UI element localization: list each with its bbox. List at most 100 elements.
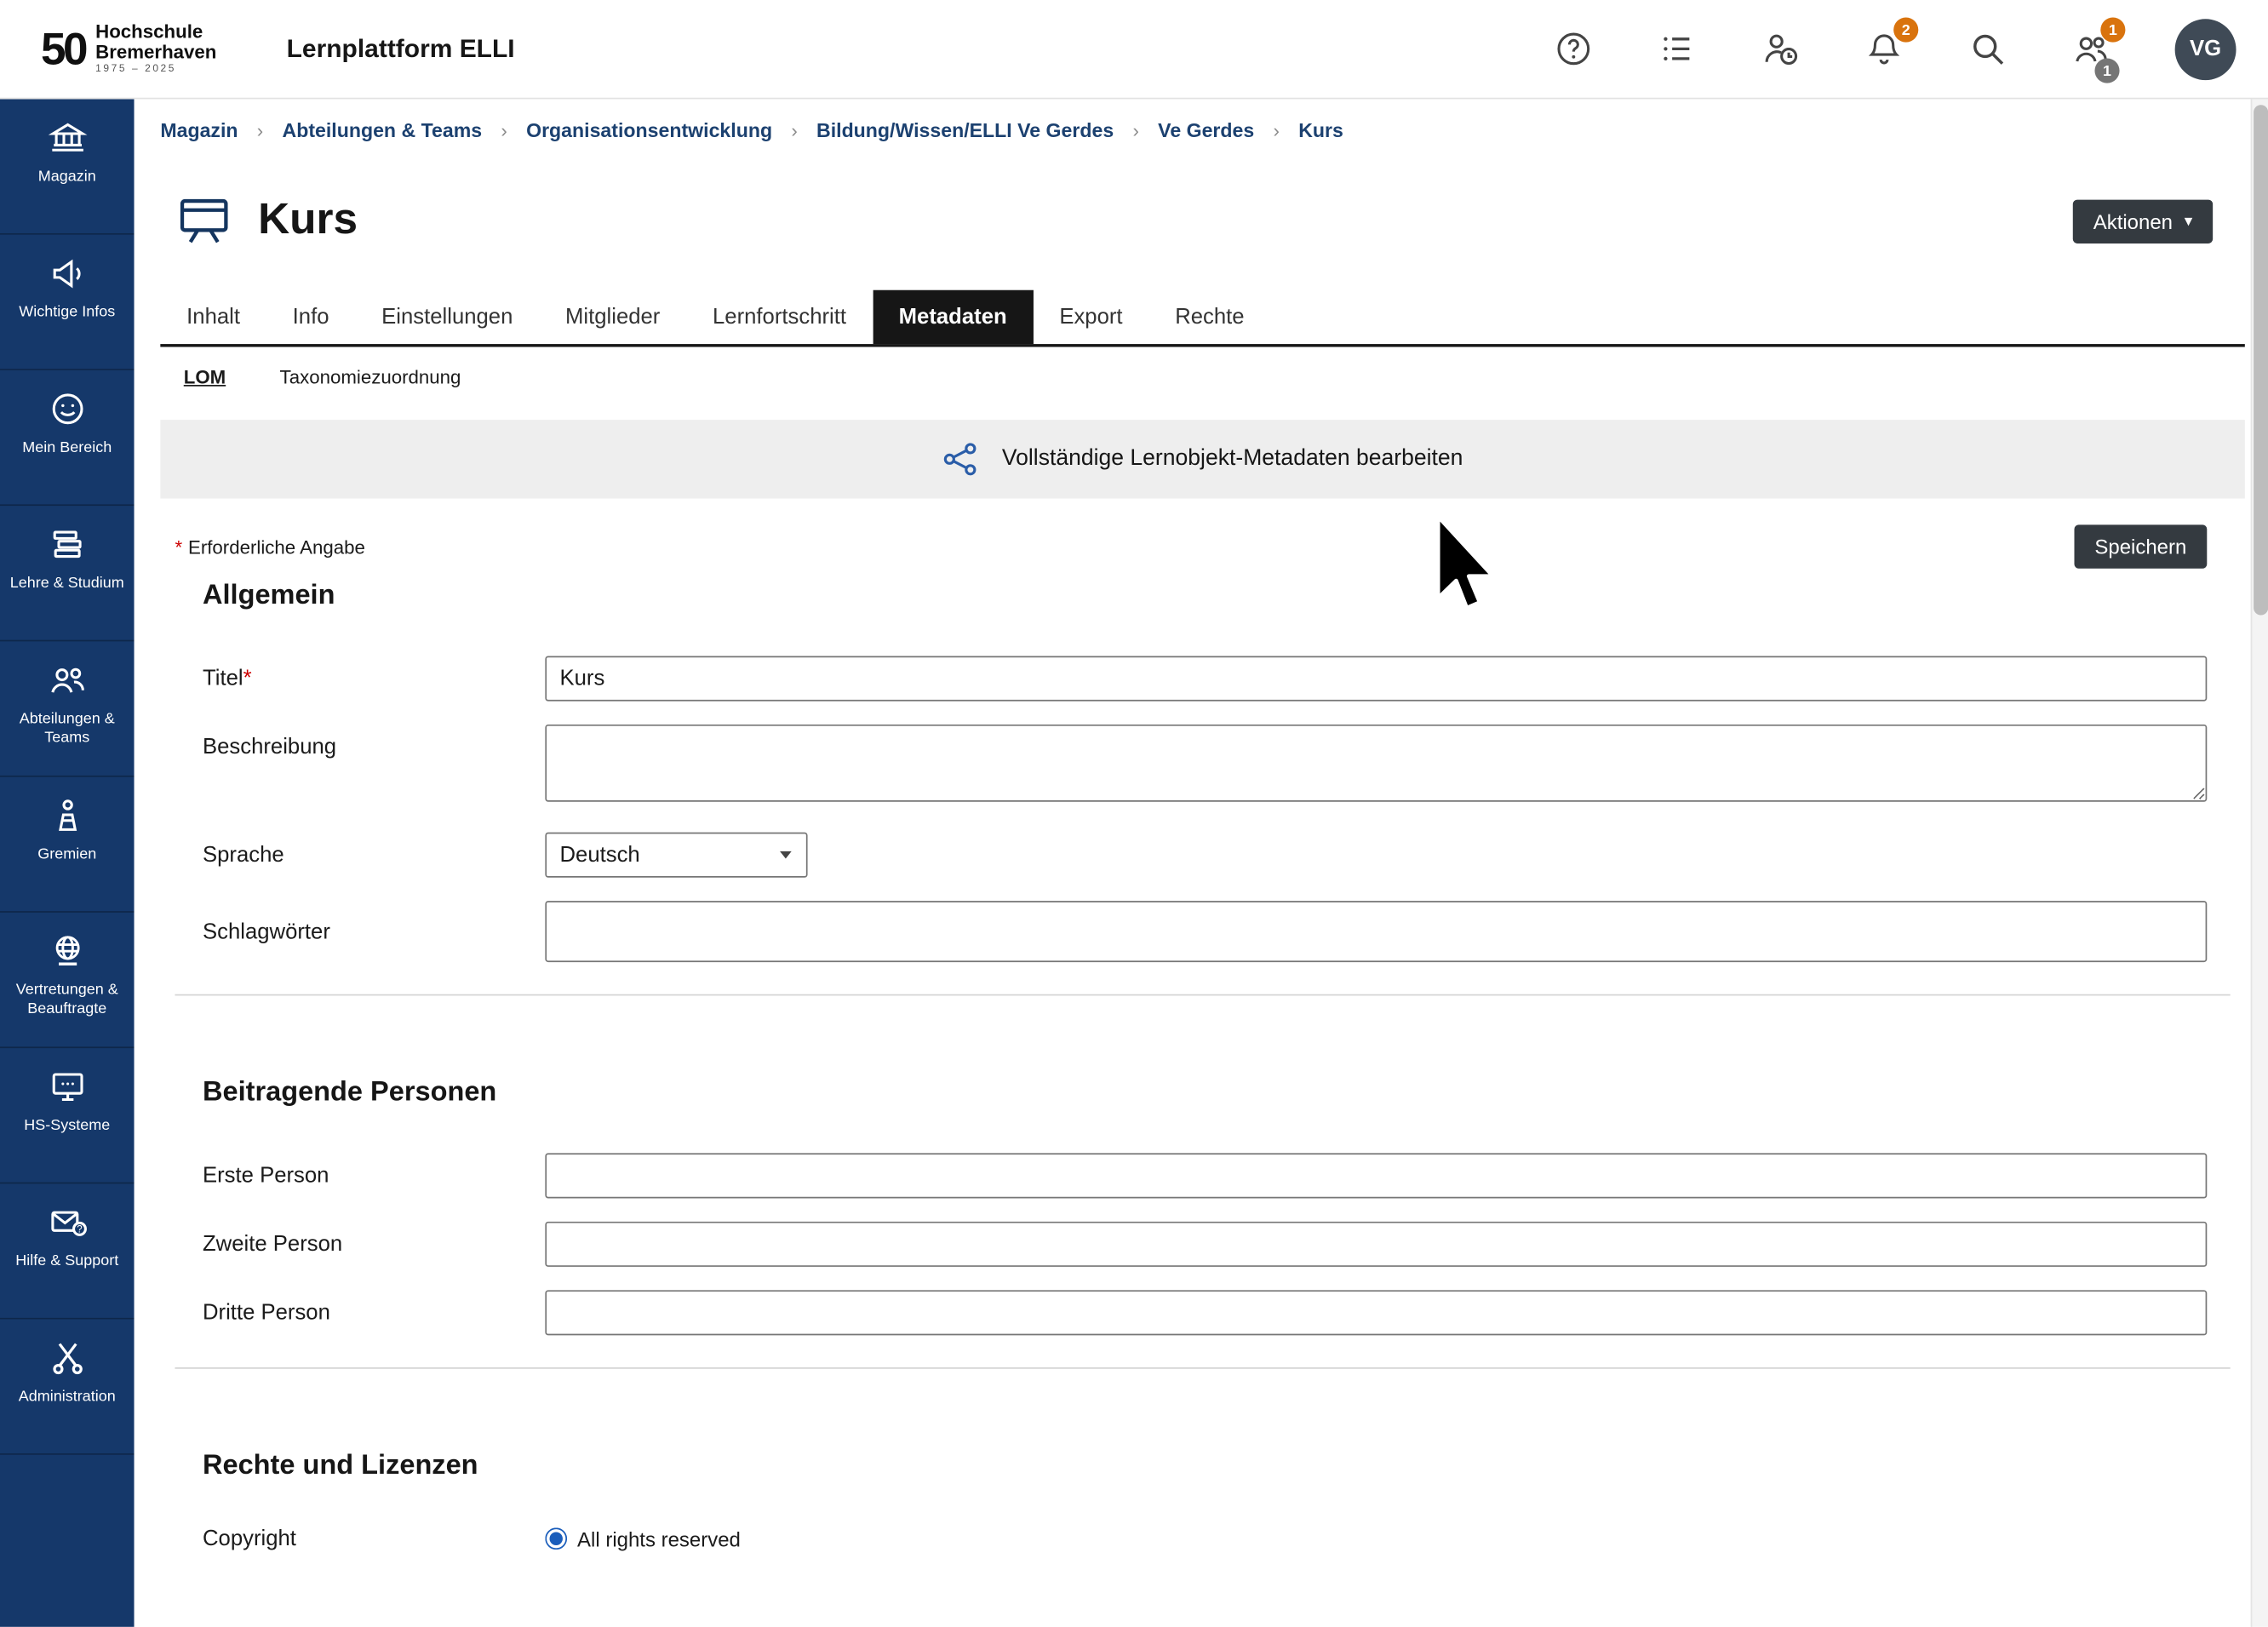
beschreibung-field	[545, 725, 2207, 809]
tab-inhalt[interactable]: Inhalt	[160, 290, 266, 344]
titel-label: Titel*	[203, 666, 545, 690]
main-sidebar: Magazin Wichtige Infos Mein Bereich	[0, 99, 135, 1626]
search-icon[interactable]	[1967, 29, 2007, 68]
page-title: Kurs	[258, 195, 358, 244]
sidebar-item-label: Vertretungen & Beauftragte	[6, 981, 129, 1019]
top-header: 50 Hochschule Bremerhaven 1975 – 2025 Le…	[0, 0, 2268, 99]
copyright-radio-all-rights[interactable]	[545, 1527, 567, 1550]
bank-icon	[48, 118, 87, 158]
sidebar-item-abteilungen-teams[interactable]: Abteilungen & Teams	[0, 641, 135, 776]
form-row-titel: Titel*	[203, 656, 2207, 701]
tab-lernfortschritt[interactable]: Lernfortschritt	[686, 290, 873, 344]
page-title-row: Kurs Aktionen ▾	[160, 191, 2244, 249]
required-hint: *Erforderliche Angabe	[175, 536, 364, 558]
header-icons: 2 1 1 VG	[1554, 18, 2236, 79]
sidebar-item-label: Abteilungen & Teams	[6, 710, 129, 748]
sidebar-item-vertretungen[interactable]: Vertretungen & Beauftragte	[0, 913, 135, 1048]
form-row-sprache: Sprache Deutsch	[203, 833, 2207, 878]
subtab-lom[interactable]: LOM	[184, 366, 226, 388]
sidebar-item-hs-systeme[interactable]: HS-Systeme	[0, 1048, 135, 1183]
form-row-dritte-person: Dritte Person	[203, 1290, 2207, 1335]
sidebar-item-magazin[interactable]: Magazin	[0, 99, 135, 234]
sidebar-item-gremien[interactable]: Gremien	[0, 777, 135, 913]
section-heading-allgemein: Allgemein	[203, 580, 2245, 612]
notifications-badge: 2	[1893, 18, 1918, 43]
copyright-field: All rights reserved	[545, 1527, 2207, 1550]
university-logo[interactable]: 50 Hochschule Bremerhaven 1975 – 2025	[41, 22, 216, 76]
mail-help-icon: ?	[48, 1203, 87, 1242]
banner-label: Vollständige Lernobjekt-Metadaten bearbe…	[1002, 446, 1463, 473]
breadcrumb-link-kurs[interactable]: Kurs	[1298, 119, 1343, 141]
tab-metadaten[interactable]: Metadaten	[873, 290, 1034, 344]
schlagwoerter-label: Schlagwörter	[203, 919, 545, 944]
zweite-person-field	[545, 1222, 2207, 1267]
required-asterisk: *	[175, 536, 182, 558]
metadata-banner: Vollständige Lernobjekt-Metadaten bearbe…	[160, 420, 2244, 498]
breadcrumb-link-abteilungen[interactable]: Abteilungen & Teams	[283, 119, 483, 141]
tab-export[interactable]: Export	[1034, 290, 1149, 344]
titel-input[interactable]	[545, 656, 2207, 701]
beschreibung-textarea[interactable]	[545, 725, 2207, 802]
notifications-bell-icon[interactable]: 2	[1864, 29, 1904, 68]
vertical-scrollbar-thumb[interactable]	[2254, 105, 2268, 615]
sidebar-item-wichtige-infos[interactable]: Wichtige Infos	[0, 235, 135, 370]
group-icon	[48, 661, 87, 700]
breadcrumb-link-magazin[interactable]: Magazin	[160, 119, 238, 141]
zweite-person-label: Zweite Person	[203, 1232, 545, 1257]
course-icon	[175, 191, 232, 249]
section-divider	[175, 1367, 2230, 1369]
schlagwoerter-field	[545, 901, 2207, 962]
form-row-zweite-person: Zweite Person	[203, 1222, 2207, 1267]
zweite-person-input[interactable]	[545, 1222, 2207, 1267]
sidebar-item-hilfe-support[interactable]: ? Hilfe & Support	[0, 1183, 135, 1319]
page-title-group: Kurs	[160, 191, 358, 249]
tab-mitglieder[interactable]: Mitglieder	[539, 290, 686, 344]
tab-bar: Inhalt Info Einstellungen Mitglieder Ler…	[160, 290, 2244, 347]
vertical-scrollbar-track[interactable]	[2251, 99, 2268, 1626]
smiley-icon	[48, 389, 87, 428]
breadcrumb-link-ve-gerdes[interactable]: Ve Gerdes	[1158, 119, 1254, 141]
user-activity-icon[interactable]	[1761, 29, 1800, 68]
copyright-option-label: All rights reserved	[577, 1527, 741, 1550]
required-asterisk: *	[243, 666, 252, 690]
save-button[interactable]: Speichern	[2074, 524, 2207, 568]
contacts-icon[interactable]: 1 1	[2071, 29, 2110, 68]
aktionen-button[interactable]: Aktionen ▾	[2073, 200, 2213, 243]
section-divider	[175, 994, 2230, 996]
sidebar-item-label: HS-Systeme	[24, 1117, 110, 1136]
sidebar-item-mein-bereich[interactable]: Mein Bereich	[0, 370, 135, 506]
sprache-select-wrap: Deutsch	[545, 833, 807, 878]
main-content: Magazin › Abteilungen & Teams › Organisa…	[135, 99, 2251, 1626]
user-avatar[interactable]: VG	[2175, 18, 2236, 79]
chevron-down-icon: ▾	[2185, 214, 2192, 230]
svg-text:?: ?	[76, 1225, 81, 1235]
logo-50: 50	[41, 23, 85, 76]
subtab-taxonomiezuordnung[interactable]: Taxonomiezuordnung	[280, 366, 461, 388]
schlagwoerter-input[interactable]	[545, 901, 2207, 962]
breadcrumb-separator: ›	[501, 119, 507, 141]
sidebar-item-lehre-studium[interactable]: Lehre & Studium	[0, 506, 135, 641]
erste-person-input[interactable]	[545, 1153, 2207, 1198]
subtab-bar: LOM Taxonomiezuordnung	[160, 366, 2244, 388]
edit-full-metadata-link[interactable]: Vollständige Lernobjekt-Metadaten bearbe…	[942, 440, 1463, 478]
sprache-label: Sprache	[203, 843, 545, 868]
share-network-icon	[942, 440, 981, 478]
breadcrumb-link-bildung-wissen[interactable]: Bildung/Wissen/ELLI Ve Gerdes	[816, 119, 1114, 141]
screen: 50 Hochschule Bremerhaven 1975 – 2025 Le…	[0, 0, 2268, 1627]
sidebar-item-administration[interactable]: Administration	[0, 1320, 135, 1455]
form-row-schlagwoerter: Schlagwörter	[203, 901, 2207, 962]
sidebar-item-label: Gremien	[37, 845, 96, 864]
contacts-badge-bottom: 1	[2094, 58, 2119, 83]
sprache-select[interactable]: Deutsch	[545, 833, 807, 878]
tab-einstellungen[interactable]: Einstellungen	[355, 290, 539, 344]
dritte-person-input[interactable]	[545, 1290, 2207, 1335]
tab-rechte[interactable]: Rechte	[1148, 290, 1270, 344]
help-icon[interactable]	[1554, 29, 1593, 68]
form-row-beschreibung: Beschreibung	[203, 725, 2207, 809]
task-list-icon[interactable]	[1658, 29, 1697, 68]
hint-save-row: *Erforderliche Angabe Speichern	[160, 524, 2244, 568]
breadcrumb-link-organisationsentwicklung[interactable]: Organisationsentwicklung	[526, 119, 772, 141]
megaphone-icon	[48, 254, 87, 293]
section-heading-beitragende: Beitragende Personen	[203, 1077, 2245, 1109]
tab-info[interactable]: Info	[266, 290, 355, 344]
